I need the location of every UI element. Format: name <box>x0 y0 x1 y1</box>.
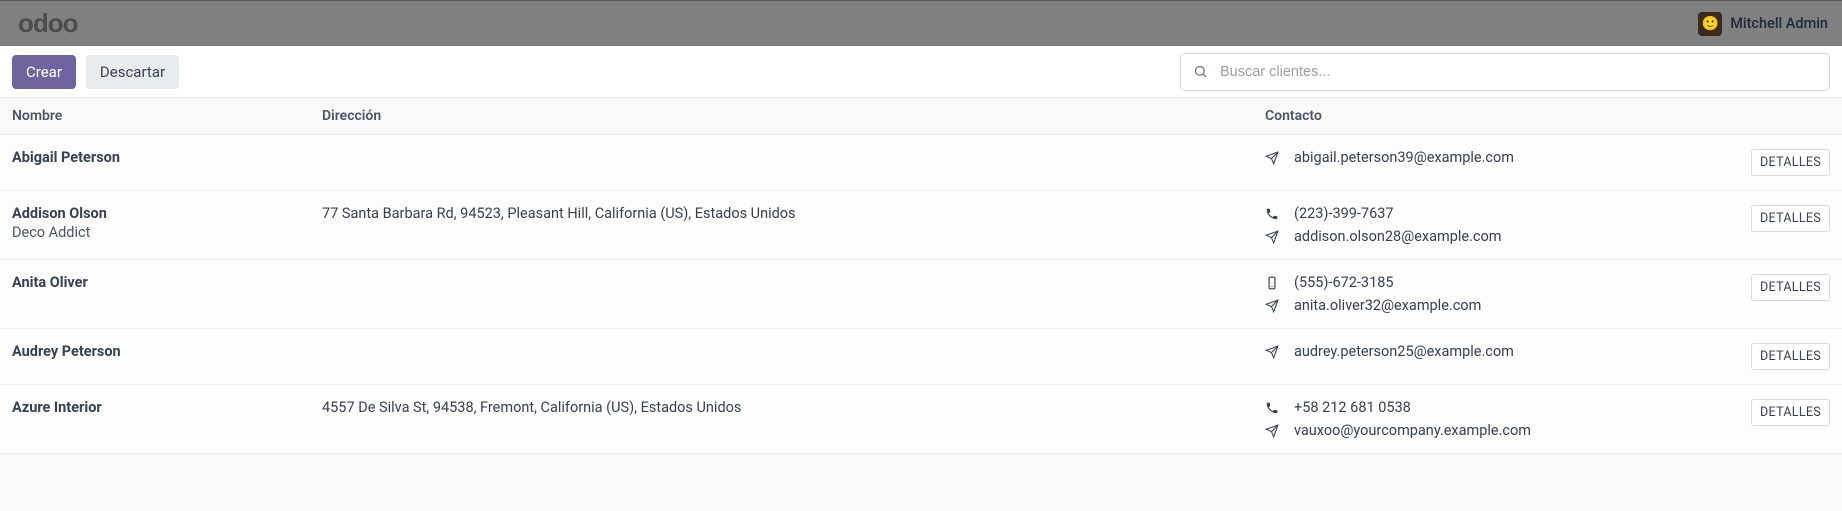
customer-email: anita.oliver32@example.com <box>1294 297 1481 314</box>
details-button[interactable]: DETALLES <box>1751 274 1830 301</box>
details-button[interactable]: DETALLES <box>1751 205 1830 232</box>
customer-email: abigail.peterson39@example.com <box>1294 149 1514 166</box>
col-header-contact: Contacto <box>1265 108 1735 124</box>
table-row[interactable]: Addison Olson Deco Addict77 Santa Barbara… <box>0 191 1842 260</box>
customer-phone: (555)-672-3185 <box>1294 274 1394 291</box>
customer-phone: +58 212 681 0538 <box>1294 399 1411 416</box>
customer-contact: (555)-672-3185 anita.oliver32@example.com <box>1265 274 1735 314</box>
table-row[interactable]: Audrey Peterson audrey.peterson25@example… <box>0 329 1842 385</box>
customer-name: Audrey Peterson <box>12 343 322 360</box>
customer-subtitle: Deco Addict <box>12 224 322 241</box>
phone-icon <box>1265 401 1280 415</box>
send-icon <box>1265 151 1280 165</box>
send-icon <box>1265 230 1280 244</box>
table-row[interactable]: Abigail Peterson abigail.peterson39@examp… <box>0 135 1842 191</box>
customer-name: Azure Interior <box>12 399 322 416</box>
send-icon <box>1265 345 1280 359</box>
phone-icon <box>1265 207 1280 221</box>
table-row[interactable]: Anita Oliver (555)-672-3185 anita.oliver32… <box>0 260 1842 329</box>
send-icon <box>1265 299 1280 313</box>
col-header-actions <box>1735 108 1830 124</box>
customer-name: Addison Olson <box>12 205 322 222</box>
customer-contact: +58 212 681 0538 vauxoo@yourcompany.examp… <box>1265 399 1735 439</box>
customer-email: audrey.peterson25@example.com <box>1294 343 1514 360</box>
customer-name: Abigail Peterson <box>12 149 322 166</box>
user-menu[interactable]: 🙂 Mitchell Admin <box>1698 12 1828 36</box>
topbar: odoo 🙂 Mitchell Admin <box>0 0 1842 46</box>
avatar: 🙂 <box>1698 12 1722 36</box>
customer-contact: (223)-399-7637 addison.olson28@example.co… <box>1265 205 1735 245</box>
search-icon <box>1193 64 1208 79</box>
mobile-icon <box>1265 276 1280 290</box>
table-header: Nombre Dirección Contacto <box>0 98 1842 135</box>
customer-email: addison.olson28@example.com <box>1294 228 1501 245</box>
customer-contact: abigail.peterson39@example.com <box>1265 149 1735 166</box>
send-icon <box>1265 424 1280 438</box>
customer-address: 77 Santa Barbara Rd, 94523, Pleasant Hil… <box>322 205 1265 222</box>
table-body: Abigail Peterson abigail.peterson39@examp… <box>0 135 1842 454</box>
toolbar: Crear Descartar <box>0 46 1842 98</box>
discard-button[interactable]: Descartar <box>86 55 179 89</box>
search-input[interactable] <box>1220 64 1817 80</box>
customer-email: vauxoo@yourcompany.example.com <box>1294 422 1531 439</box>
details-button[interactable]: DETALLES <box>1751 149 1830 176</box>
create-button[interactable]: Crear <box>12 55 76 89</box>
search-box[interactable] <box>1180 53 1830 91</box>
customer-address: 4557 De Silva St, 94538, Fremont, Califo… <box>322 399 1265 416</box>
customer-contact: audrey.peterson25@example.com <box>1265 343 1735 360</box>
brand-logo[interactable]: odoo <box>18 8 78 39</box>
col-header-name: Nombre <box>12 108 322 124</box>
col-header-address: Dirección <box>322 108 1265 124</box>
details-button[interactable]: DETALLES <box>1751 343 1830 370</box>
details-button[interactable]: DETALLES <box>1751 399 1830 426</box>
user-name: Mitchell Admin <box>1730 15 1828 32</box>
table-row[interactable]: Azure Interior4557 De Silva St, 94538, F… <box>0 385 1842 454</box>
customer-name: Anita Oliver <box>12 274 322 291</box>
customer-phone: (223)-399-7637 <box>1294 205 1394 222</box>
